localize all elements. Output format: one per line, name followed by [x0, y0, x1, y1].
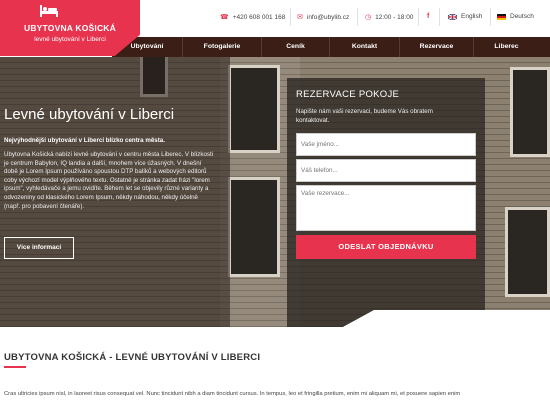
- facebook-link[interactable]: f: [427, 13, 429, 20]
- section-paragraph: Cras ultricies ipsum nisl, in laoreet ri…: [4, 391, 461, 397]
- more-info-button[interactable]: Více informací: [4, 237, 74, 259]
- lang-english[interactable]: English: [448, 13, 482, 20]
- form-title: REZERVACE POKOJE: [296, 89, 400, 100]
- email-address: info@ubylib.cz: [306, 13, 350, 21]
- lang-english-label: English: [461, 13, 483, 20]
- brand-title: UBYTOVNA KOŠICKÁ: [24, 23, 116, 33]
- building-window: [505, 207, 550, 297]
- name-input[interactable]: [296, 133, 476, 156]
- brand-logo[interactable]: UBYTOVNA KOŠICKÁ levné ubytování v Liber…: [0, 0, 140, 56]
- german-flag-icon: [497, 13, 506, 20]
- phone-number: +420 608 001 168: [232, 13, 286, 21]
- hero-description: Ubytovna Košická nabízí levné ubytování …: [4, 151, 214, 210]
- reservation-form: REZERVACE POKOJE Napište nám vaši rezerv…: [287, 78, 485, 327]
- email-icon: ✉: [297, 14, 303, 21]
- facebook-icon: f: [427, 13, 430, 20]
- brand-subtitle: levné ubytování v Liberci: [34, 36, 106, 43]
- nav-item-kontakt[interactable]: Kontakt: [329, 37, 399, 57]
- phone-input[interactable]: [296, 159, 476, 182]
- main-navigation: Ubytování Fotogalerie Ceník Kontakt Reze…: [112, 37, 550, 57]
- section-title: UBYTOVNA KOŠICKÁ - LEVNÉ UBYTOVÁNÍ V LIB…: [4, 352, 261, 363]
- lang-german[interactable]: Deutsch: [497, 13, 534, 20]
- divider: [418, 8, 419, 26]
- email-contact[interactable]: ✉ info@ubylib.cz: [297, 13, 350, 22]
- divider: [290, 8, 291, 26]
- divider: [357, 8, 358, 26]
- phone-icon: ☎: [220, 14, 229, 21]
- reservation-message-input[interactable]: [296, 185, 476, 231]
- nav-item-fotogalerie[interactable]: Fotogalerie: [182, 37, 261, 57]
- uk-flag-icon: [448, 13, 457, 20]
- submit-order-button[interactable]: ODESLAT OBJEDNÁVKU: [296, 235, 476, 259]
- lang-german-label: Deutsch: [510, 13, 534, 20]
- divider: [439, 8, 440, 26]
- hero-banner: Levné ubytování v Liberci Nejvýhodnější …: [0, 57, 550, 327]
- clock-icon: ◷: [365, 14, 372, 21]
- building-window: [228, 65, 280, 153]
- phone-contact[interactable]: ☎ +420 608 001 168: [220, 13, 286, 22]
- nav-item-rezervace[interactable]: Rezervace: [399, 37, 473, 57]
- building-window: [228, 177, 280, 277]
- nav-item-liberec[interactable]: Liberec: [473, 37, 539, 57]
- bed-icon: [40, 5, 58, 17]
- building-window: [510, 67, 550, 157]
- opening-hours: ◷ 12:00 - 18:00: [365, 13, 414, 22]
- section-title-underline: [4, 366, 26, 368]
- hero-title: Levné ubytování v Liberci: [4, 106, 175, 123]
- hero-subtitle: Nejvýhodnější ubytování v Liberci blízko…: [4, 137, 165, 144]
- form-description: Napište nám vaši rezervaci, budeme Vás o…: [296, 108, 433, 124]
- nav-item-cenik[interactable]: Ceník: [261, 37, 329, 57]
- divider: [490, 8, 491, 26]
- hours-text: 12:00 - 18:00: [375, 13, 414, 21]
